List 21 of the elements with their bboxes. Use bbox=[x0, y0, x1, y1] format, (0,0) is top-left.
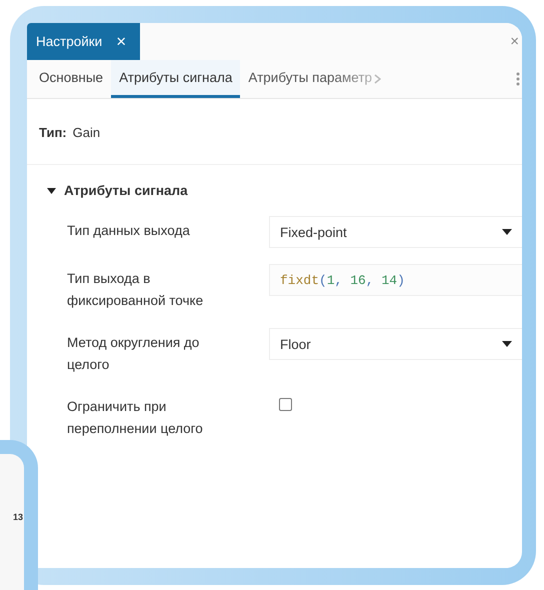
property-label: Тип выхода в фиксированной точке bbox=[67, 270, 204, 310]
tab[interactable]: Атрибуты параметр bbox=[240, 60, 380, 98]
caret-icon bbox=[502, 341, 512, 347]
dropdown[interactable]: Fixed-point bbox=[269, 216, 522, 248]
property-label: Тип данных выхода bbox=[67, 222, 191, 240]
tab[interactable]: Атрибуты сигнала bbox=[111, 60, 240, 98]
block-type-value: Gain bbox=[72, 125, 100, 140]
window-text: 13 bbox=[12, 512, 23, 522]
caret-icon bbox=[502, 229, 512, 235]
dropdown[interactable]: Floor bbox=[269, 328, 522, 360]
property-label: Ограничить при переполнении целого bbox=[67, 398, 204, 438]
panel-tab[interactable]: Настройки × bbox=[27, 23, 140, 60]
input-field[interactable]: fixdt(1, 16, 14) bbox=[269, 264, 522, 296]
checkbox[interactable] bbox=[279, 398, 292, 411]
close-icon[interactable]: × bbox=[116, 32, 126, 52]
block-type-label: Тип: bbox=[39, 125, 67, 140]
collapse-icon[interactable] bbox=[47, 188, 56, 194]
section-title[interactable]: Атрибуты сигнала bbox=[64, 183, 188, 198]
more-icon[interactable] bbox=[516, 72, 520, 86]
tab[interactable]: Основные bbox=[31, 60, 112, 98]
property-label: Метод округления до целого bbox=[67, 334, 200, 374]
